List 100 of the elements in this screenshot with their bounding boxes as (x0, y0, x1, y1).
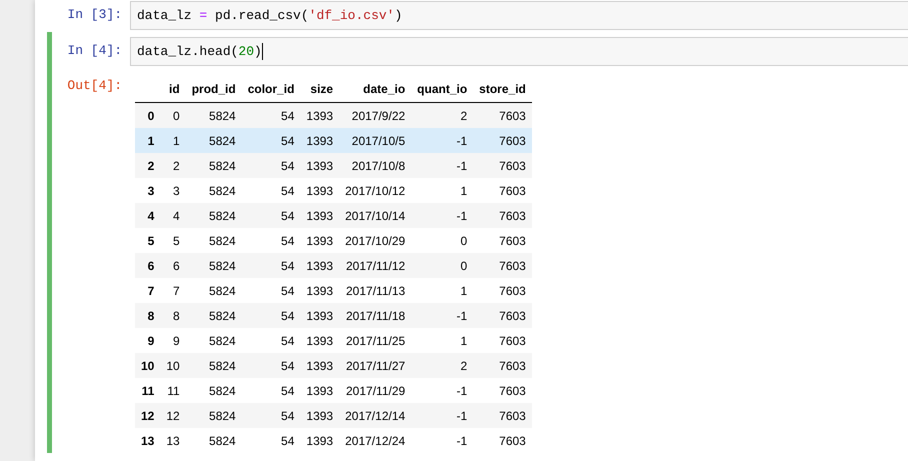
table-cell: 2017/11/18 (339, 303, 412, 328)
table-cell: 1393 (300, 378, 340, 403)
table-cell: 54 (242, 353, 300, 378)
table-cell: 2017/11/12 (339, 253, 412, 278)
table-cell: 2017/10/5 (339, 128, 412, 153)
row-index: 13 (135, 428, 160, 453)
table-cell: 54 (242, 328, 300, 353)
table-cell: 5824 (186, 178, 242, 203)
table-cell: -1 (411, 128, 474, 153)
table-cell: 7603 (473, 178, 532, 203)
table-cell: 54 (242, 428, 300, 453)
table-cell: 2017/11/29 (339, 378, 412, 403)
table-cell: 1393 (300, 178, 340, 203)
table-cell: 54 (242, 378, 300, 403)
table-cell: 1 (160, 128, 186, 153)
code-input[interactable]: data_lz.head(20) (130, 37, 908, 66)
table-cell: 2017/12/24 (339, 428, 412, 453)
table-cell: 5824 (186, 203, 242, 228)
table-cell: 1393 (300, 278, 340, 303)
row-index: 12 (135, 403, 160, 428)
output-prompt: Out[4]: (66, 77, 123, 93)
table-cell: 1393 (300, 128, 340, 153)
table-cell: 5824 (186, 253, 242, 278)
row-index: 3 (135, 178, 160, 203)
row-index: 2 (135, 153, 160, 178)
table-cell: 7603 (473, 153, 532, 178)
table-cell: 7603 (473, 102, 532, 128)
table-cell: 6 (160, 253, 186, 278)
table-cell: 5824 (186, 102, 242, 128)
table-cell: 1393 (300, 328, 340, 353)
table-cell: 8 (160, 303, 186, 328)
table-cell: -1 (411, 403, 474, 428)
table-cell: 5824 (186, 353, 242, 378)
table-cell: 1393 (300, 403, 340, 428)
table-cell: 5824 (186, 128, 242, 153)
row-index: 0 (135, 102, 160, 128)
table-cell: 1 (411, 328, 474, 353)
notebook-cell[interactable]: In [3]: data_lz = pd.read_csv('df_io.csv') (47, 0, 908, 30)
table-cell: -1 (411, 203, 474, 228)
table-cell: 54 (242, 153, 300, 178)
table-cell: 54 (242, 403, 300, 428)
row-index: 11 (135, 378, 160, 403)
table-cell: 1393 (300, 428, 340, 453)
table-cell: 9 (160, 328, 186, 353)
table-cell: 1 (411, 178, 474, 203)
table-cell: 1393 (300, 153, 340, 178)
table-cell: 7603 (473, 303, 532, 328)
table-cell: 5824 (186, 153, 242, 178)
table-cell: 7603 (473, 128, 532, 153)
table-cell: 54 (242, 178, 300, 203)
table-cell: 1 (411, 278, 474, 303)
table-cell: 3 (160, 178, 186, 203)
table-cell: 5824 (186, 278, 242, 303)
table-cell: 7603 (473, 353, 532, 378)
code-input[interactable]: data_lz = pd.read_csv('df_io.csv') (130, 1, 908, 30)
table-cell: 7603 (473, 203, 532, 228)
table-cell: 2017/12/14 (339, 403, 412, 428)
table-cell: 1393 (300, 102, 340, 128)
table-cell: -1 (411, 303, 474, 328)
table-cell: 11 (160, 378, 186, 403)
table-cell: 0 (411, 228, 474, 253)
table-cell: 7603 (473, 328, 532, 353)
table-cell: -1 (411, 378, 474, 403)
table-cell: -1 (411, 428, 474, 453)
table-cell: 2017/9/22 (339, 102, 412, 128)
table-cell: 2017/10/14 (339, 203, 412, 228)
table-cell: 12 (160, 403, 186, 428)
row-index: 1 (135, 128, 160, 153)
table-cell: 54 (242, 253, 300, 278)
table-cell: 2017/11/25 (339, 328, 412, 353)
table-cell: 5824 (186, 303, 242, 328)
table-cell: 5824 (186, 403, 242, 428)
table-cell: 54 (242, 303, 300, 328)
table-cell: 7603 (473, 403, 532, 428)
table-cell: 5 (160, 228, 186, 253)
table-cell: 10 (160, 353, 186, 378)
table-cell: 5824 (186, 378, 242, 403)
table-cell: 54 (242, 102, 300, 128)
table-cell: 2017/10/12 (339, 178, 412, 203)
table-cell: 7 (160, 278, 186, 303)
table-cell: 1393 (300, 228, 340, 253)
table-cell: 5824 (186, 428, 242, 453)
table-cell: 7603 (473, 228, 532, 253)
table-cell: 54 (242, 128, 300, 153)
table-cell: 2 (411, 102, 474, 128)
table-cell: 1393 (300, 203, 340, 228)
table-cell: 2017/11/27 (339, 353, 412, 378)
row-index: 8 (135, 303, 160, 328)
input-prompt: In [4]: (66, 42, 123, 58)
table-cell: -1 (411, 153, 474, 178)
row-index: 7 (135, 278, 160, 303)
table-cell: 7603 (473, 428, 532, 453)
row-index: 6 (135, 253, 160, 278)
notebook-cell[interactable] (47, 32, 908, 453)
table-cell: 0 (160, 102, 186, 128)
table-cell: 2 (160, 153, 186, 178)
table-cell: 5824 (186, 328, 242, 353)
table-cell: 7603 (473, 378, 532, 403)
row-index: 9 (135, 328, 160, 353)
table-cell: 4 (160, 203, 186, 228)
